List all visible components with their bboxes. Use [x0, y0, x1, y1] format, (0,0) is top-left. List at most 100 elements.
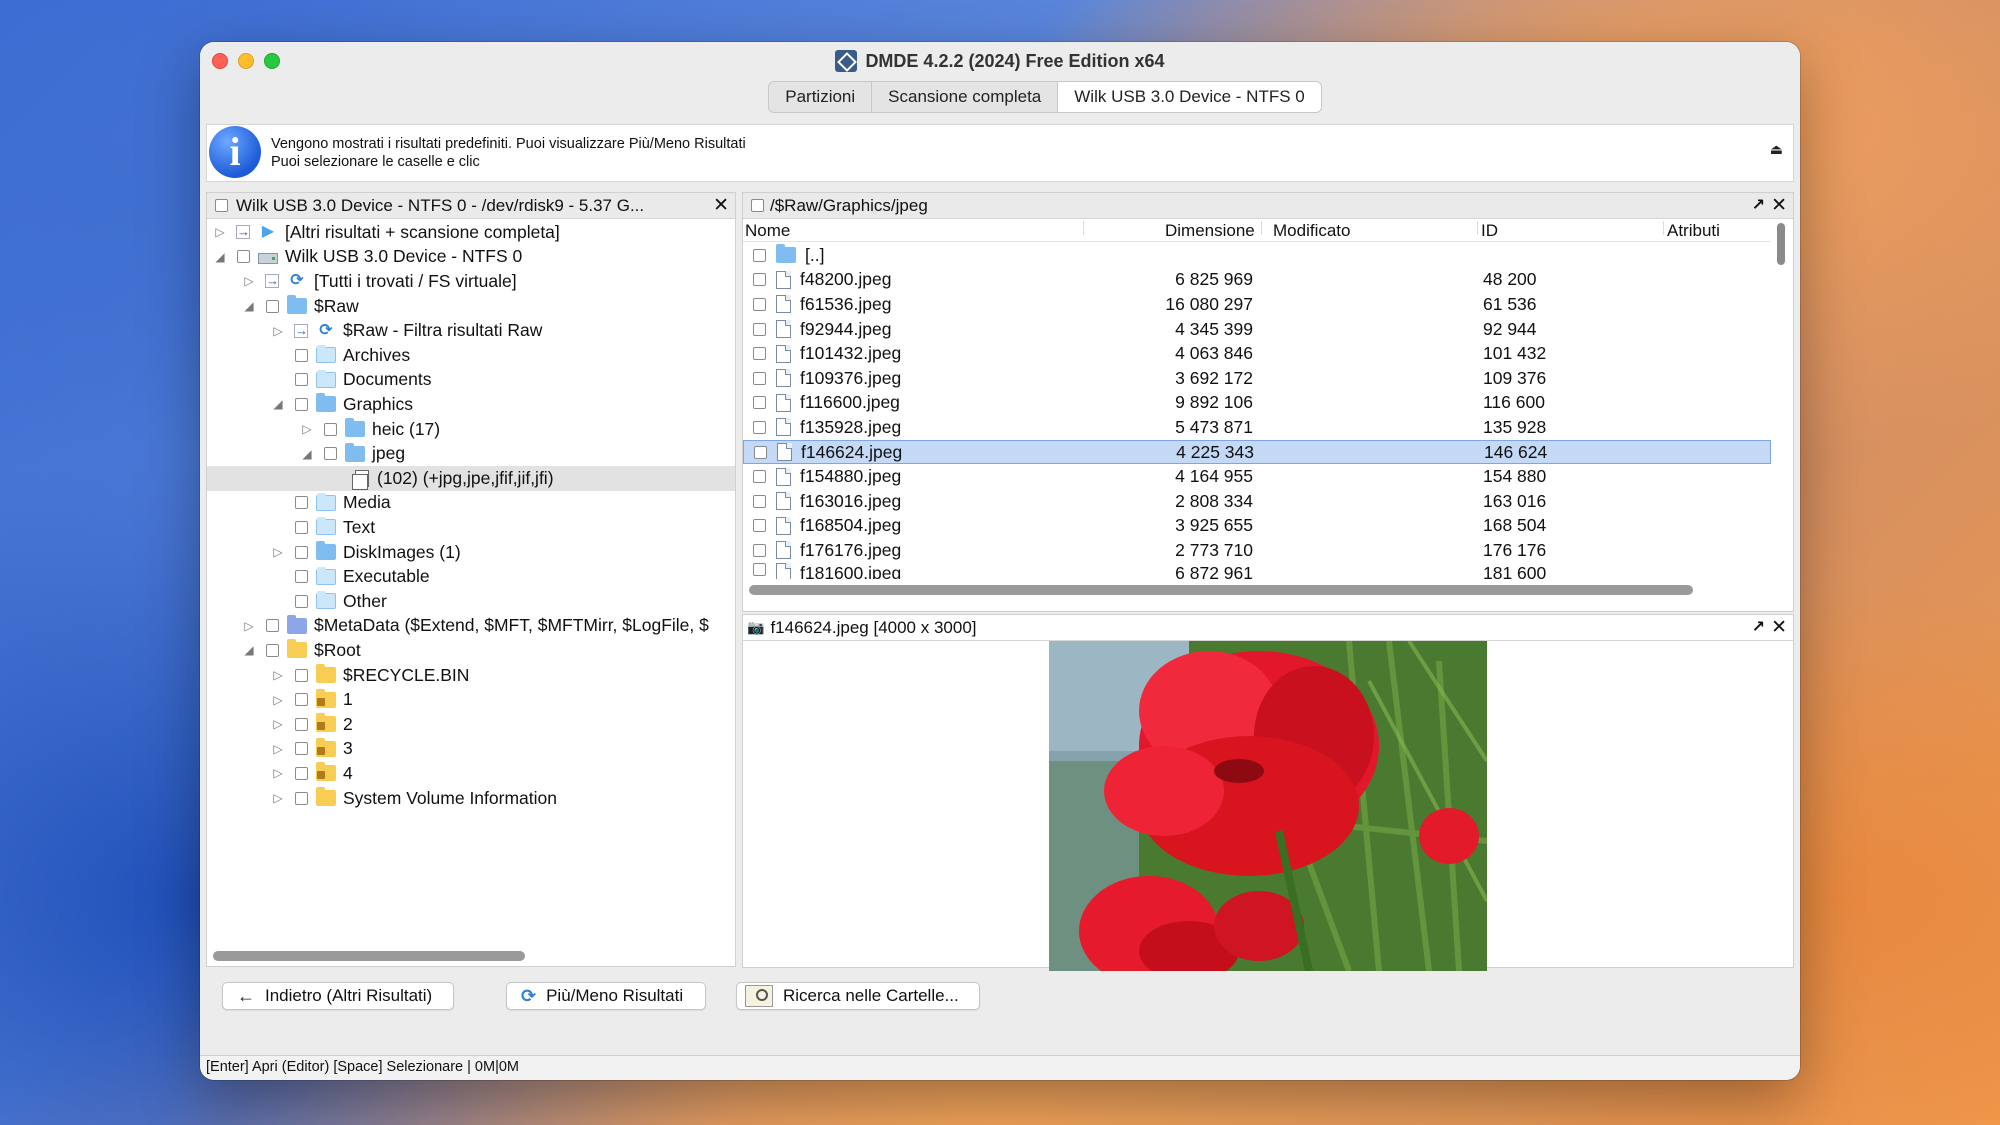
tree-item-checkbox[interactable]: [266, 619, 279, 633]
tree-item[interactable]: ▷ 4: [207, 761, 735, 786]
expand-arrow-icon[interactable]: ▷: [213, 225, 227, 239]
more-less-results-button[interactable]: ⟳ Più/Meno Risultati: [506, 982, 706, 1010]
tree-item[interactable]: ◢ $Raw: [207, 294, 735, 319]
tree-item[interactable]: ▷ 1: [207, 687, 735, 712]
row-checkbox[interactable]: [753, 273, 766, 287]
tree-item[interactable]: Text: [207, 515, 735, 540]
tree-item-checkbox[interactable]: [266, 299, 279, 313]
expand-arrow-icon[interactable]: ▷: [271, 324, 285, 338]
close-icon[interactable]: ✕: [1771, 616, 1787, 639]
tree-item[interactable]: Archives: [207, 343, 735, 368]
tree-item-checkbox[interactable]: [266, 643, 279, 657]
tree-item[interactable]: ◢ Wilk USB 3.0 Device - NTFS 0: [207, 245, 735, 270]
tree-item-checkbox[interactable]: [295, 594, 308, 608]
tree-item[interactable]: ▷ $MetaData ($Extend, $MFT, $MFTMirr, $Lo…: [207, 614, 735, 639]
tree-item[interactable]: Documents: [207, 368, 735, 393]
expand-arrow-icon[interactable]: ▷: [271, 668, 285, 682]
expand-arrow-icon[interactable]: ▷: [242, 274, 256, 288]
tree-item[interactable]: ▷ → ⟳ $Raw - Filtra risultati Raw: [207, 318, 735, 343]
collapse-arrow-icon[interactable]: ◢: [242, 299, 256, 313]
minimize-window-button[interactable]: [238, 53, 254, 69]
file-list-vertical-scrollbar[interactable]: [1777, 223, 1785, 265]
file-row[interactable]: f109376.jpeg 3 692 172 109 376: [743, 366, 1771, 391]
row-checkbox[interactable]: [753, 347, 766, 361]
expand-arrow-icon[interactable]: ▷: [300, 422, 314, 436]
file-row[interactable]: f154880.jpeg 4 164 955 154 880: [743, 464, 1771, 489]
column-id[interactable]: ID: [1481, 221, 1498, 241]
row-checkbox[interactable]: [753, 420, 766, 434]
tree-item[interactable]: ▷ $RECYCLE.BIN: [207, 663, 735, 688]
tree-item[interactable]: ◢ jpeg: [207, 441, 735, 466]
tree-item-checkbox[interactable]: [295, 570, 308, 584]
tree-item-checkbox[interactable]: [295, 742, 308, 756]
folder-search-button[interactable]: Ricerca nelle Cartelle...: [736, 982, 980, 1010]
tree-item[interactable]: ▷ 2: [207, 712, 735, 737]
file-row[interactable]: f61536.jpeg 16 080 297 61 536: [743, 292, 1771, 317]
close-icon[interactable]: ✕: [713, 194, 729, 217]
file-row[interactable]: f92944.jpeg 4 345 399 92 944: [743, 317, 1771, 342]
expand-arrow-icon[interactable]: ▷: [271, 766, 285, 780]
expand-arrow-icon[interactable]: ▷: [271, 545, 285, 559]
tree-item-checkbox[interactable]: [295, 766, 308, 780]
row-checkbox[interactable]: [754, 445, 767, 459]
row-checkbox[interactable]: [753, 297, 766, 311]
tree-item[interactable]: ◢ $Root: [207, 638, 735, 663]
close-icon[interactable]: ✕: [1771, 194, 1787, 217]
tree-item[interactable]: Media: [207, 491, 735, 516]
file-row[interactable]: f168504.jpeg 3 925 655 168 504: [743, 514, 1771, 539]
tab-partizioni[interactable]: Partizioni: [769, 82, 873, 112]
file-row[interactable]: f48200.jpeg 6 825 969 48 200: [743, 268, 1771, 293]
tree-item-checkbox[interactable]: [295, 545, 308, 559]
expand-arrow-icon[interactable]: ▷: [271, 717, 285, 731]
tab-device[interactable]: Wilk USB 3.0 Device - NTFS 0: [1058, 82, 1321, 112]
tree-horizontal-scrollbar[interactable]: [213, 951, 525, 961]
zoom-window-button[interactable]: [264, 53, 280, 69]
tree-item[interactable]: ▷ System Volume Information: [207, 786, 735, 811]
expand-arrow-icon[interactable]: ▷: [271, 693, 285, 707]
file-list-horizontal-scrollbar[interactable]: [749, 585, 1693, 595]
tree-item-checkbox[interactable]: [324, 422, 337, 436]
tree-item-checkbox[interactable]: [295, 668, 308, 682]
row-checkbox[interactable]: [753, 371, 766, 385]
collapse-arrow-icon[interactable]: ◢: [271, 397, 285, 411]
collapse-arrow-icon[interactable]: ◢: [213, 250, 227, 264]
row-checkbox[interactable]: [753, 470, 766, 484]
tree-item-checkbox[interactable]: [295, 717, 308, 731]
column-attributes[interactable]: Atributi: [1667, 221, 1720, 241]
file-row[interactable]: f146624.jpeg 4 225 343 146 624: [743, 439, 1771, 465]
tree-item-checkbox[interactable]: [324, 447, 337, 461]
parent-directory-row[interactable]: [..]: [743, 243, 1771, 268]
file-row[interactable]: f116600.jpeg 9 892 106 116 600: [743, 391, 1771, 416]
popout-icon[interactable]: ↗: [1752, 617, 1765, 637]
tree-item-checkbox[interactable]: [295, 348, 308, 362]
popout-icon[interactable]: ↗: [1752, 195, 1765, 215]
row-checkbox[interactable]: [753, 396, 766, 410]
column-modified[interactable]: Modificato: [1273, 221, 1350, 241]
eject-collapse-icon[interactable]: ⏏: [1770, 141, 1783, 158]
row-checkbox[interactable]: [753, 562, 766, 576]
tree-item[interactable]: ◢ Graphics: [207, 392, 735, 417]
file-header-checkbox[interactable]: [751, 199, 764, 212]
tree-item[interactable]: ▷ heic (17): [207, 417, 735, 442]
expand-arrow-icon[interactable]: ▷: [242, 619, 256, 633]
row-checkbox[interactable]: [753, 519, 766, 533]
tree-item-checkbox[interactable]: [295, 373, 308, 387]
tree-item[interactable]: ▷ DiskImages (1): [207, 540, 735, 565]
tab-scansione-completa[interactable]: Scansione completa: [872, 82, 1059, 112]
tree-item[interactable]: (102) (+jpg,jpe,jfif,jif,jfi): [207, 466, 735, 491]
file-row[interactable]: f101432.jpeg 4 063 846 101 432: [743, 341, 1771, 366]
collapse-arrow-icon[interactable]: ◢: [300, 447, 314, 461]
file-row[interactable]: f163016.jpeg 2 808 334 163 016: [743, 489, 1771, 514]
column-name[interactable]: Nome: [745, 221, 790, 241]
row-checkbox[interactable]: [753, 322, 766, 336]
row-checkbox[interactable]: [753, 543, 766, 557]
tree-item-checkbox[interactable]: [295, 693, 308, 707]
tree-item[interactable]: Other: [207, 589, 735, 614]
collapse-arrow-icon[interactable]: ◢: [242, 643, 256, 657]
file-row[interactable]: f176176.jpeg 2 773 710 176 176: [743, 538, 1771, 563]
file-row[interactable]: f135928.jpeg 5 473 871 135 928: [743, 415, 1771, 440]
tree-item[interactable]: ▷ → ▶ [Altri risultati + scansione completa…: [207, 220, 735, 245]
expand-arrow-icon[interactable]: ▷: [271, 791, 285, 805]
close-window-button[interactable]: [212, 53, 228, 69]
tree-item-checkbox[interactable]: [295, 397, 308, 411]
